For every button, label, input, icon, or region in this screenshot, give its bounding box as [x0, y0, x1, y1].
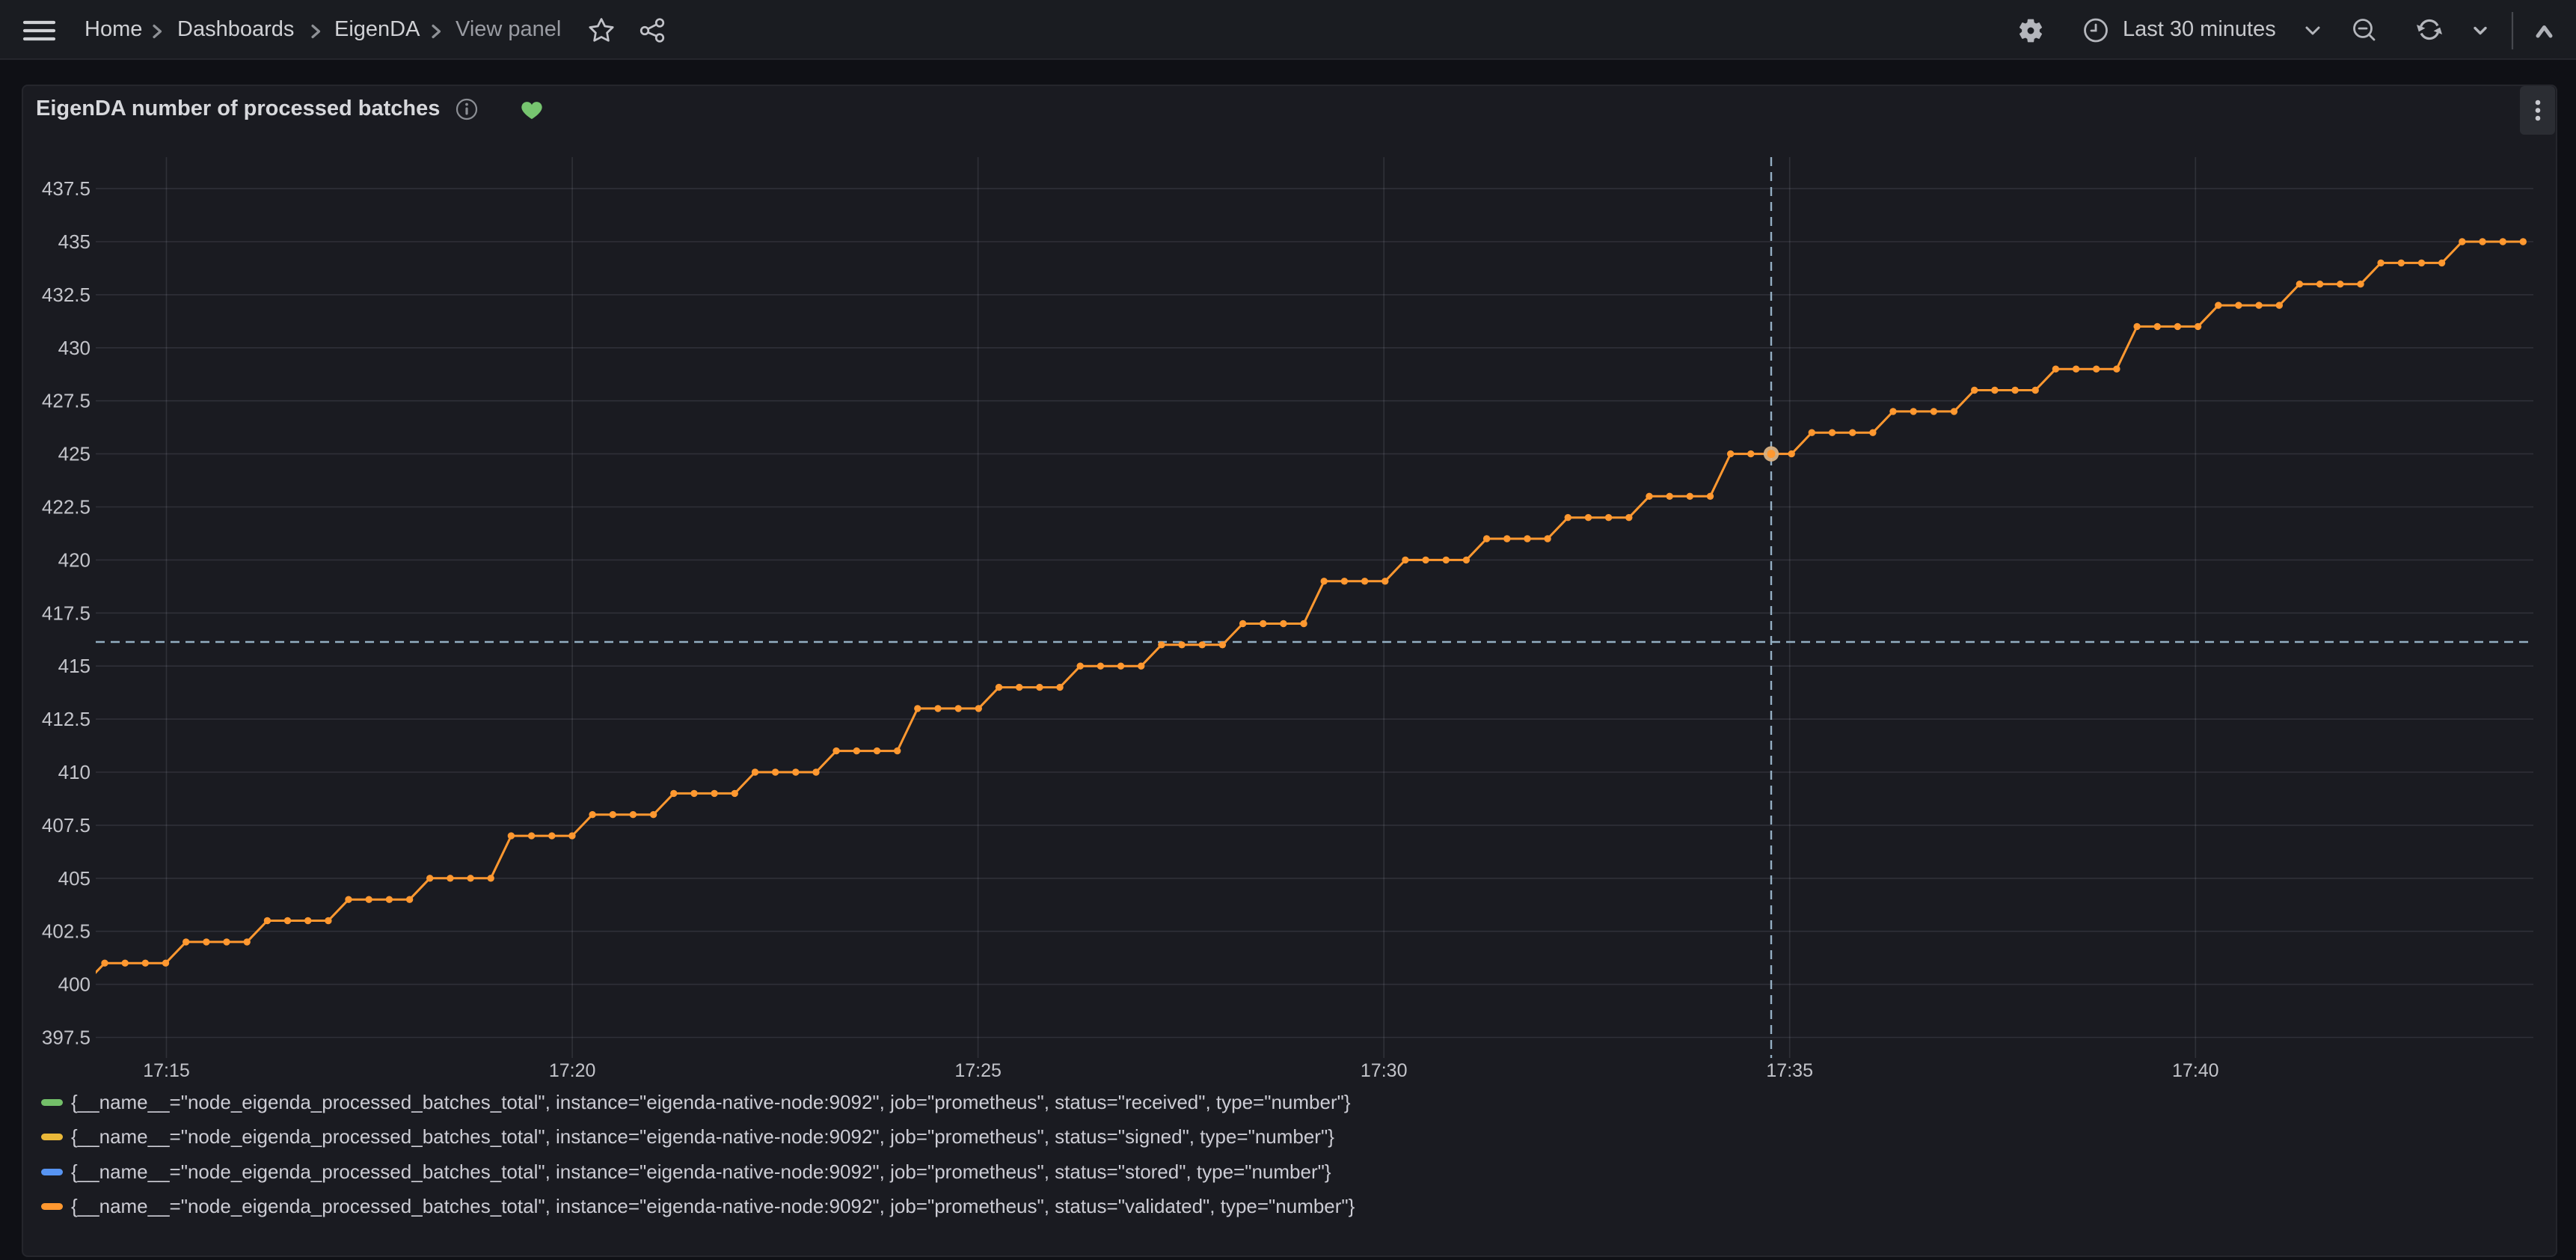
svg-text:405: 405 [58, 867, 91, 890]
svg-text:425: 425 [58, 443, 91, 465]
svg-text:17:40: 17:40 [2172, 1060, 2219, 1081]
svg-text:422.5: 422.5 [42, 496, 91, 519]
svg-text:427.5: 427.5 [42, 390, 91, 412]
svg-text:17:35: 17:35 [1766, 1060, 1813, 1081]
svg-text:407.5: 407.5 [42, 814, 91, 837]
svg-text:432.5: 432.5 [42, 284, 91, 306]
svg-text:410: 410 [58, 761, 91, 783]
svg-text:17:25: 17:25 [954, 1060, 1002, 1081]
svg-text:17:20: 17:20 [549, 1060, 596, 1081]
svg-text:17:30: 17:30 [1361, 1060, 1408, 1081]
svg-text:397.5: 397.5 [42, 1027, 91, 1049]
svg-text:417.5: 417.5 [42, 602, 91, 624]
svg-text:402.5: 402.5 [42, 920, 91, 943]
svg-text:430: 430 [58, 337, 91, 359]
svg-text:415: 415 [58, 655, 91, 677]
svg-text:435: 435 [58, 230, 91, 253]
svg-text:400: 400 [58, 973, 91, 996]
svg-text:437.5: 437.5 [42, 177, 91, 200]
svg-text:412.5: 412.5 [42, 708, 91, 730]
svg-text:420: 420 [58, 548, 91, 571]
svg-text:17:15: 17:15 [143, 1060, 190, 1081]
